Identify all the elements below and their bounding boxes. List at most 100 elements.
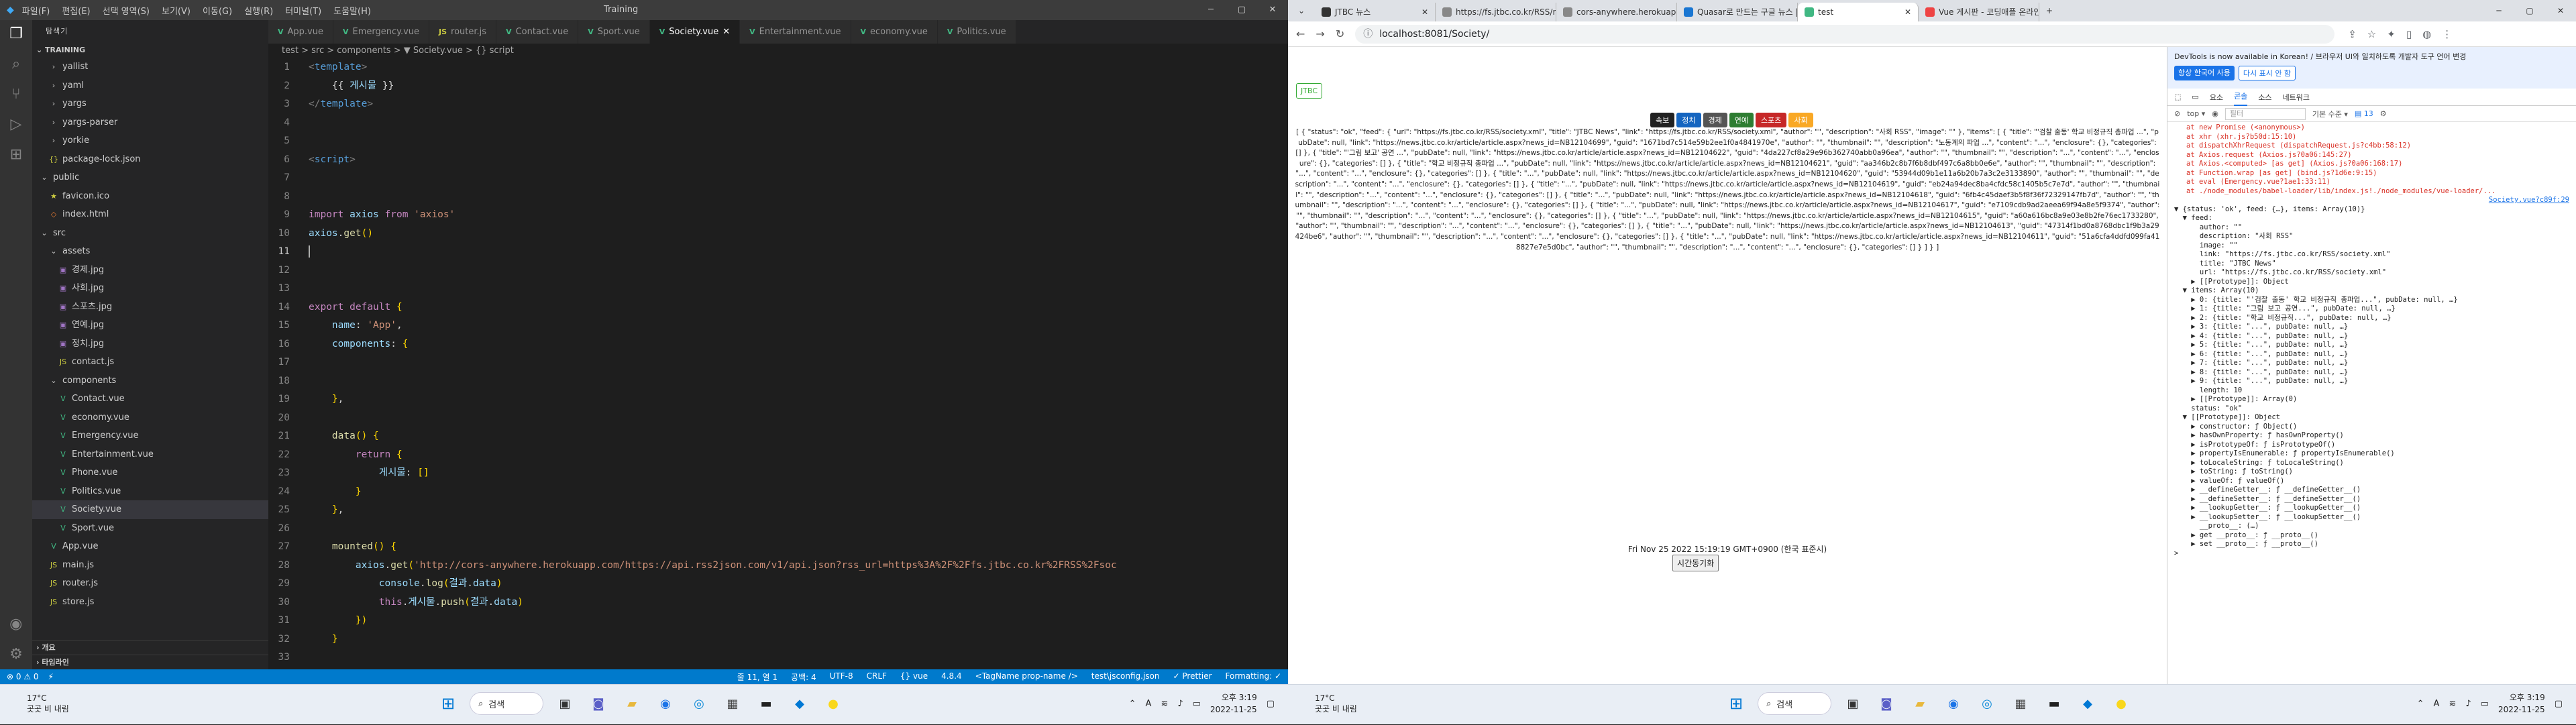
status-item[interactable]: 공백: 4: [791, 671, 816, 683]
volume-icon[interactable]: ♪: [1177, 699, 1183, 709]
file-tree-item[interactable]: ◇ index.html: [32, 205, 268, 224]
file-tree-item[interactable]: ▣ 스포츠.jpg: [32, 298, 268, 317]
file-tree-item[interactable]: ⌄ public: [32, 168, 268, 187]
file-tree-item[interactable]: ★ favicon.ico: [32, 187, 268, 206]
start-windows-icon[interactable]: ⊞: [1724, 691, 1748, 716]
sidebar-icon[interactable]: ▯: [2406, 28, 2412, 40]
volume-icon[interactable]: ♪: [2465, 699, 2471, 709]
menu-item[interactable]: 실행(R): [244, 4, 273, 17]
extensions-icon[interactable]: ⊞: [10, 146, 22, 163]
taskbar-search[interactable]: ⌕ 검색: [1758, 692, 1831, 715]
status-item[interactable]: ✓ Prettier: [1173, 671, 1212, 683]
jtbc-logo[interactable]: JTBC: [1296, 83, 1322, 99]
file-tree-item[interactable]: JS router.js: [32, 574, 268, 593]
browser-tab[interactable]: test ✕: [1798, 3, 1919, 21]
file-tree-item[interactable]: V Emergency.vue: [32, 427, 268, 445]
devtools-tab[interactable]: 네트워크: [2283, 92, 2310, 103]
maximize-icon[interactable]: ▢: [2514, 0, 2545, 21]
editor-tab[interactable]: V Society.vue ✕: [649, 20, 741, 44]
menu-item[interactable]: 선택 영역(S): [103, 4, 150, 17]
browser-tab[interactable]: JTBC 뉴스 ✕: [1315, 3, 1436, 21]
browser-tab[interactable]: Vue 게시판 - 코딩애플 온라인 강좌✕: [1919, 3, 2039, 21]
tab-search-icon[interactable]: ⌄: [1288, 0, 1315, 21]
menu-item[interactable]: 도움말(H): [333, 4, 371, 17]
clock[interactable]: 오후 3:19 2022-11-25: [1210, 691, 1257, 716]
file-tree-item[interactable]: ▣ 사회.jpg: [32, 279, 268, 298]
devtools-tab[interactable]: 요소: [2210, 92, 2223, 103]
status-item[interactable]: Formatting: ✓: [1226, 671, 1281, 683]
wifi-icon[interactable]: ≋: [1161, 699, 1168, 709]
weather-widget[interactable]: 17°C 곳곳 비 내림: [27, 693, 69, 714]
category-link[interactable]: 속보: [1650, 113, 1675, 127]
file-tree-item[interactable]: V Society.vue: [32, 500, 268, 519]
devtools-tab[interactable]: 소스: [2258, 92, 2271, 103]
workspace-section[interactable]: ⌄ TRAINING: [32, 43, 268, 58]
new-tab-icon[interactable]: +: [2039, 0, 2059, 21]
editor-tab[interactable]: V Contact.vue: [496, 20, 579, 44]
file-tree-item[interactable]: JS main.js: [32, 556, 268, 575]
forward-icon[interactable]: →: [1316, 27, 1324, 40]
url-bar[interactable]: ⓘ localhost:8081/Society/: [1355, 24, 2335, 44]
ime-icon[interactable]: A: [2434, 699, 2440, 709]
browser-tab[interactable]: Quasar로 만드는 구글 뉴스 | Vue✕: [1677, 3, 1798, 21]
editor-tab[interactable]: V App.vue: [268, 20, 333, 44]
editor-tab[interactable]: V Entertainment.vue: [740, 20, 851, 44]
log-levels-select[interactable]: 기본 수준 ▾: [2312, 109, 2348, 119]
status-item[interactable]: ⊗ 0 ⚠ 0: [7, 672, 39, 681]
file-tree-item[interactable]: V App.vue: [32, 537, 268, 556]
category-link[interactable]: 스포츠: [1756, 113, 1787, 127]
extensions-puzzle-icon[interactable]: ✦: [2387, 28, 2396, 40]
file-tree-item[interactable]: ▣ 정치.jpg: [32, 335, 268, 353]
menu-dots-icon[interactable]: ⋮: [2442, 28, 2452, 40]
tray-chevron-icon[interactable]: ⌃: [2417, 699, 2424, 709]
editor-tab[interactable]: V Emergency.vue: [333, 20, 430, 44]
kakaotalk-icon[interactable]: ●: [2109, 691, 2133, 716]
always-korean-button[interactable]: 항상 한국어 사용: [2174, 66, 2235, 80]
bookmark-star-icon[interactable]: ☆: [2367, 28, 2376, 40]
close-tab-icon[interactable]: ✕: [1904, 3, 1911, 21]
category-link[interactable]: 사회: [1788, 113, 1813, 127]
status-item[interactable]: ⚡: [48, 672, 54, 681]
context-select[interactable]: top ▾: [2187, 109, 2205, 118]
account-icon[interactable]: ◉: [9, 616, 23, 632]
notification-icon[interactable]: ▢: [1267, 699, 1275, 709]
file-tree-item[interactable]: V Sport.vue: [32, 519, 268, 538]
close-icon[interactable]: ✕: [1257, 0, 1288, 20]
start-windows-icon[interactable]: ⊞: [436, 691, 460, 716]
console-line[interactable]: Society.vue?c89f:29: [2174, 196, 2569, 205]
store-icon[interactable]: ▦: [720, 691, 745, 716]
taskbar-search[interactable]: ⌕ 검색: [470, 692, 543, 715]
file-tree-item[interactable]: V Phone.vue: [32, 463, 268, 482]
vscode-icon[interactable]: ◆: [2076, 691, 2100, 716]
notification-icon[interactable]: ▢: [2555, 699, 2563, 709]
menu-item[interactable]: 이동(G): [203, 4, 232, 17]
ime-icon[interactable]: A: [1146, 699, 1152, 709]
close-icon[interactable]: ✕: [2545, 0, 2576, 21]
file-tree-item[interactable]: Veconomy.vue: [32, 408, 268, 427]
settings-gear-icon[interactable]: ⚙: [2380, 109, 2387, 118]
status-item[interactable]: test\jsconfig.json: [1091, 671, 1160, 683]
outline-section[interactable]: › 개요: [32, 640, 268, 655]
file-tree-item[interactable]: › yaml: [32, 76, 268, 95]
status-item[interactable]: CRLF: [867, 671, 887, 683]
file-tree-item[interactable]: › yargs-parser: [32, 113, 268, 132]
profile-icon[interactable]: ◍: [2422, 28, 2431, 40]
device-toggle-icon[interactable]: ▭: [2192, 93, 2198, 101]
chat-icon[interactable]: ◙: [586, 691, 610, 716]
clear-console-icon[interactable]: ⊘: [2174, 109, 2180, 118]
editor-tab[interactable]: V Sport.vue: [578, 20, 650, 44]
editor-tab[interactable]: Veconomy.vue: [851, 20, 938, 44]
editor-tab[interactable]: JS router.js: [429, 20, 497, 44]
kakaotalk-icon[interactable]: ●: [821, 691, 845, 716]
category-link[interactable]: 연예: [1729, 113, 1754, 127]
code-editor[interactable]: 1 <template> 2 {{ 게시물 }} 3 </template> 4 5 6 <sc…: [268, 58, 1288, 669]
status-item[interactable]: UTF-8: [830, 671, 853, 683]
clock[interactable]: 오후 3:19 2022-11-25: [2498, 691, 2545, 716]
menu-item[interactable]: 편집(E): [62, 4, 90, 17]
menu-item[interactable]: 파일(F): [22, 4, 50, 17]
file-tree-item[interactable]: ▣ 경제.jpg: [32, 261, 268, 280]
file-tree-item[interactable]: V Entertainment.vue: [32, 445, 268, 464]
share-icon[interactable]: ⇪: [2348, 28, 2357, 40]
task-view-icon[interactable]: ▣: [1841, 691, 1865, 716]
reload-icon[interactable]: ↻: [1336, 27, 1344, 40]
